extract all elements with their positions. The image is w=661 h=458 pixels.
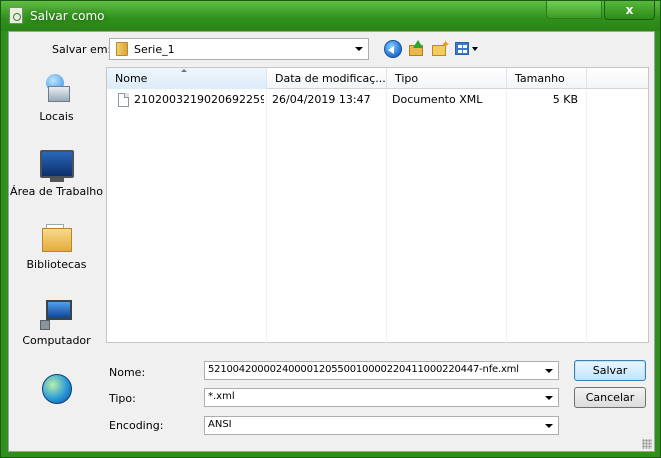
close-button[interactable]: x xyxy=(604,1,655,20)
place-computer[interactable]: Computador xyxy=(9,300,104,348)
place-label: Área de Trabalho xyxy=(10,185,103,198)
save-as-dialog: Salvar como x Salvar em: Serie_1 ✦ Locai… xyxy=(0,0,661,458)
dialog-body: Salvar em: Serie_1 ✦ Locais Área de Trab… xyxy=(8,31,655,452)
window-title: Salvar como xyxy=(30,9,105,23)
new-folder-icon[interactable]: ✦ xyxy=(431,39,450,58)
place-network[interactable] xyxy=(9,374,104,407)
xml-file-icon xyxy=(118,93,129,107)
back-icon[interactable] xyxy=(384,40,402,58)
name-label: Nome: xyxy=(109,366,146,379)
encoding-label: Encoding: xyxy=(109,419,164,432)
place-label: Locais xyxy=(39,110,74,123)
column-header-size[interactable]: Tamanho xyxy=(507,68,587,89)
save-in-combo[interactable]: Serie_1 xyxy=(109,38,369,60)
network-icon xyxy=(41,374,72,404)
file-type-value: *.xml xyxy=(208,391,235,402)
file-date: 26/04/2019 13:47 xyxy=(272,93,371,106)
place-locais[interactable]: Locais xyxy=(9,72,104,124)
views-menu-icon[interactable] xyxy=(455,40,479,58)
chevron-down-icon[interactable] xyxy=(545,369,553,373)
title-bar[interactable]: Salvar como x xyxy=(1,1,660,31)
folder-icon xyxy=(116,42,128,56)
column-header-nome[interactable]: Nome xyxy=(107,68,267,89)
save-in-label: Salvar em: xyxy=(52,43,112,56)
save-in-value: Serie_1 xyxy=(134,43,175,56)
places-bar: Locais Área de Trabalho Bibliotecas Comp… xyxy=(9,66,104,404)
save-button[interactable]: Salvar xyxy=(574,360,646,381)
up-folder-icon[interactable] xyxy=(407,40,425,58)
encoding-select[interactable]: ANSI xyxy=(204,416,559,435)
libraries-icon xyxy=(40,224,74,254)
file-type: Documento XML xyxy=(392,93,483,106)
app-icon xyxy=(9,7,23,24)
sort-ascending-icon xyxy=(181,69,187,72)
file-size: 5 KB xyxy=(552,93,578,106)
column-header-type[interactable]: Tipo xyxy=(387,68,507,89)
type-label: Tipo: xyxy=(109,392,136,405)
place-label: Bibliotecas xyxy=(26,258,87,271)
place-label: Computador xyxy=(22,334,91,347)
cancel-button[interactable]: Cancelar xyxy=(574,387,646,408)
file-type-select[interactable]: *.xml xyxy=(204,388,559,407)
file-name: 2102003219020692259... xyxy=(134,93,264,106)
file-name-value: 5210042000024000012055001000022041100022… xyxy=(208,364,519,375)
file-list[interactable]: Nome Data de modificaç... Tipo Tamanho 2… xyxy=(106,67,649,343)
chevron-down-icon[interactable] xyxy=(545,396,553,400)
chevron-down-icon[interactable] xyxy=(545,424,553,428)
table-row[interactable]: 2102003219020692259... 26/04/2019 13:47 … xyxy=(107,90,648,110)
recent-places-icon xyxy=(40,72,74,106)
place-libraries[interactable]: Bibliotecas xyxy=(9,224,104,272)
chevron-down-icon[interactable] xyxy=(355,47,363,51)
column-header-date[interactable]: Data de modificaç... xyxy=(267,68,387,89)
file-name-input[interactable]: 5210042000024000012055001000022041100022… xyxy=(204,361,559,380)
encoding-value: ANSI xyxy=(208,419,232,430)
computer-icon xyxy=(39,300,74,330)
place-desktop[interactable]: Área de Trabalho xyxy=(9,150,104,199)
resize-grip[interactable] xyxy=(642,439,652,449)
column-header: Nome Data de modificaç... Tipo Tamanho xyxy=(107,68,648,89)
desktop-icon xyxy=(39,150,74,182)
titlebar-glass xyxy=(546,1,602,19)
